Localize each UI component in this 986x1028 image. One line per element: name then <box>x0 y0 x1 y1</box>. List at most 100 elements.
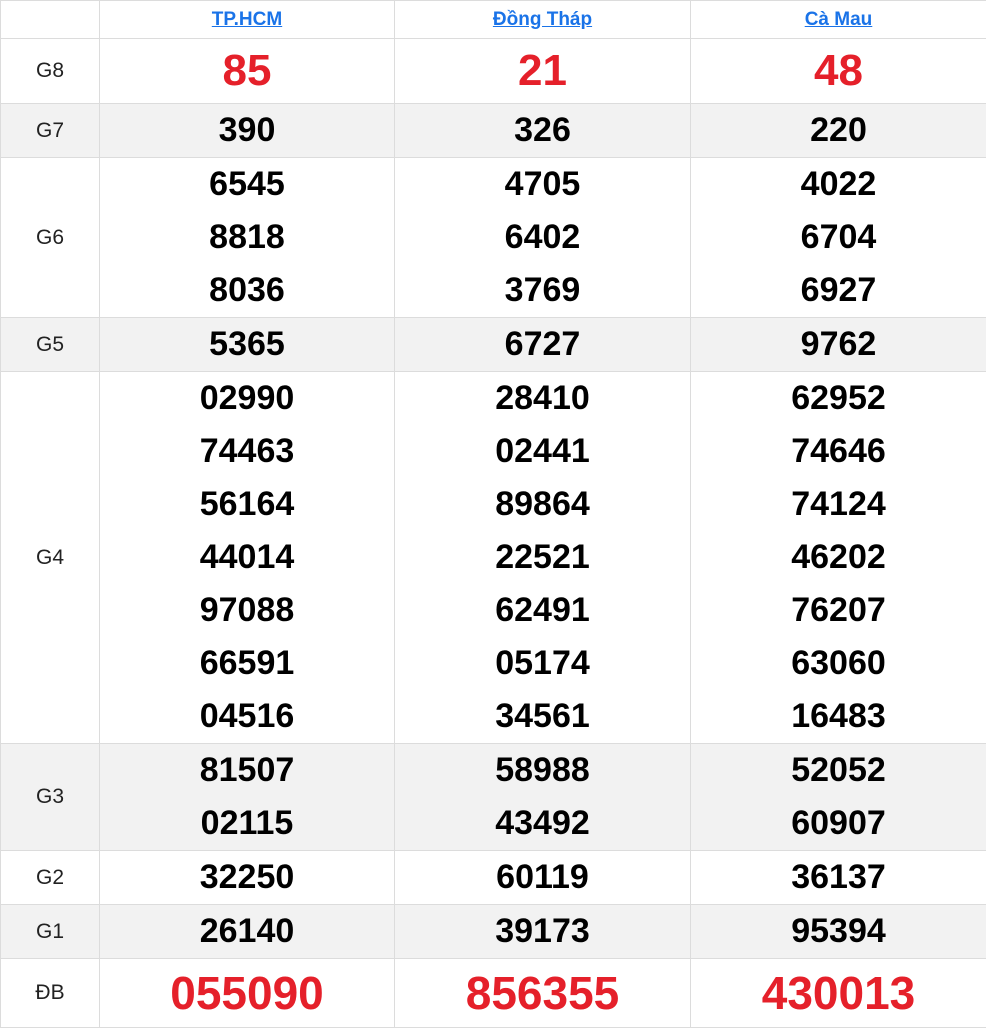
prize-row-g4: G4 02990 74463 56164 44014 97088 66591 0… <box>1 372 986 744</box>
result-number: 97088 <box>100 584 394 637</box>
result-cell: 39173 <box>395 905 691 959</box>
result-number: 89864 <box>395 478 690 531</box>
prize-label: G5 <box>1 318 100 372</box>
result-number: 74463 <box>100 425 394 478</box>
prize-row-g8: G8 85 21 48 <box>1 39 986 104</box>
result-number: 4705 <box>395 158 690 211</box>
result-number: 9762 <box>691 318 986 371</box>
result-number: 85 <box>100 39 394 103</box>
result-cell: 6727 <box>395 318 691 372</box>
result-number: 62491 <box>395 584 690 637</box>
result-number: 60119 <box>395 851 690 904</box>
result-number: 76207 <box>691 584 986 637</box>
result-number: 6927 <box>691 264 986 317</box>
result-cell: 9762 <box>691 318 986 372</box>
result-number: 48 <box>691 39 986 103</box>
prize-label: G1 <box>1 905 100 959</box>
result-number: 63060 <box>691 637 986 690</box>
result-number: 52052 <box>691 744 986 797</box>
result-number: 6704 <box>691 211 986 264</box>
result-cell: 21 <box>395 39 691 104</box>
result-cell: 81507 02115 <box>100 744 395 851</box>
province-link-dong-thap[interactable]: Đồng Tháp <box>493 9 592 30</box>
result-cell: 4022 6704 6927 <box>691 158 986 318</box>
result-number: 16483 <box>691 690 986 743</box>
prize-row-g7: G7 390 326 220 <box>1 104 986 158</box>
result-number: 34561 <box>395 690 690 743</box>
result-cell: 5365 <box>100 318 395 372</box>
result-number: 055090 <box>100 959 394 1027</box>
result-number: 81507 <box>100 744 394 797</box>
result-cell: 26140 <box>100 905 395 959</box>
result-number: 856355 <box>395 959 690 1027</box>
result-cell: 6545 8818 8036 <box>100 158 395 318</box>
result-cell: 055090 <box>100 959 395 1028</box>
result-number: 44014 <box>100 531 394 584</box>
province-header-row: TP.HCM Đồng Tháp Cà Mau <box>1 1 986 39</box>
result-number: 3769 <box>395 264 690 317</box>
result-number: 4022 <box>691 158 986 211</box>
result-number: 02441 <box>395 425 690 478</box>
province-header-cell: TP.HCM <box>100 1 395 39</box>
result-number: 95394 <box>691 905 986 958</box>
prize-label: ĐB <box>1 959 100 1028</box>
result-number: 74646 <box>691 425 986 478</box>
prize-row-g5: G5 5365 6727 9762 <box>1 318 986 372</box>
prize-label: G7 <box>1 104 100 158</box>
result-number: 02990 <box>100 372 394 425</box>
result-cell: 32250 <box>100 851 395 905</box>
result-cell: 85 <box>100 39 395 104</box>
result-number: 02115 <box>100 797 394 850</box>
result-cell: 02990 74463 56164 44014 97088 66591 0451… <box>100 372 395 744</box>
result-number: 62952 <box>691 372 986 425</box>
result-number: 39173 <box>395 905 690 958</box>
prize-row-g6: G6 6545 8818 8036 4705 6402 3769 4022 67… <box>1 158 986 318</box>
result-number: 430013 <box>691 959 986 1027</box>
result-number: 66591 <box>100 637 394 690</box>
result-number: 5365 <box>100 318 394 371</box>
result-number: 8818 <box>100 211 394 264</box>
prize-row-g1: G1 26140 39173 95394 <box>1 905 986 959</box>
result-number: 26140 <box>100 905 394 958</box>
result-number: 28410 <box>395 372 690 425</box>
province-link-tphcm[interactable]: TP.HCM <box>212 9 282 30</box>
result-cell: 326 <box>395 104 691 158</box>
result-number: 60907 <box>691 797 986 850</box>
prize-row-g3: G3 81507 02115 58988 43492 52052 60907 <box>1 744 986 851</box>
result-number: 32250 <box>100 851 394 904</box>
result-number: 220 <box>691 104 986 157</box>
lottery-results-table: TP.HCM Đồng Tháp Cà Mau G8 85 21 48 <box>0 0 986 1028</box>
result-number: 390 <box>100 104 394 157</box>
result-cell: 430013 <box>691 959 986 1028</box>
result-cell: 220 <box>691 104 986 158</box>
result-cell: 48 <box>691 39 986 104</box>
result-cell: 4705 6402 3769 <box>395 158 691 318</box>
result-cell: 390 <box>100 104 395 158</box>
result-cell: 58988 43492 <box>395 744 691 851</box>
result-number: 04516 <box>100 690 394 743</box>
province-header-cell: Cà Mau <box>691 1 986 39</box>
result-cell: 62952 74646 74124 46202 76207 63060 1648… <box>691 372 986 744</box>
prize-label: G3 <box>1 744 100 851</box>
result-cell: 28410 02441 89864 22521 62491 05174 3456… <box>395 372 691 744</box>
result-number: 58988 <box>395 744 690 797</box>
result-number: 8036 <box>100 264 394 317</box>
result-cell: 95394 <box>691 905 986 959</box>
result-number: 56164 <box>100 478 394 531</box>
prize-label: G6 <box>1 158 100 318</box>
prize-label: G8 <box>1 39 100 104</box>
result-number: 05174 <box>395 637 690 690</box>
result-number: 6545 <box>100 158 394 211</box>
result-number: 326 <box>395 104 690 157</box>
result-cell: 36137 <box>691 851 986 905</box>
province-header-cell: Đồng Tháp <box>395 1 691 39</box>
header-corner-cell <box>1 1 100 39</box>
prize-row-g2: G2 32250 60119 36137 <box>1 851 986 905</box>
prize-label: G2 <box>1 851 100 905</box>
result-cell: 60119 <box>395 851 691 905</box>
result-number: 43492 <box>395 797 690 850</box>
prize-row-special: ĐB 055090 856355 430013 <box>1 959 986 1028</box>
result-number: 21 <box>395 39 690 103</box>
result-number: 6727 <box>395 318 690 371</box>
province-link-ca-mau[interactable]: Cà Mau <box>805 9 873 30</box>
